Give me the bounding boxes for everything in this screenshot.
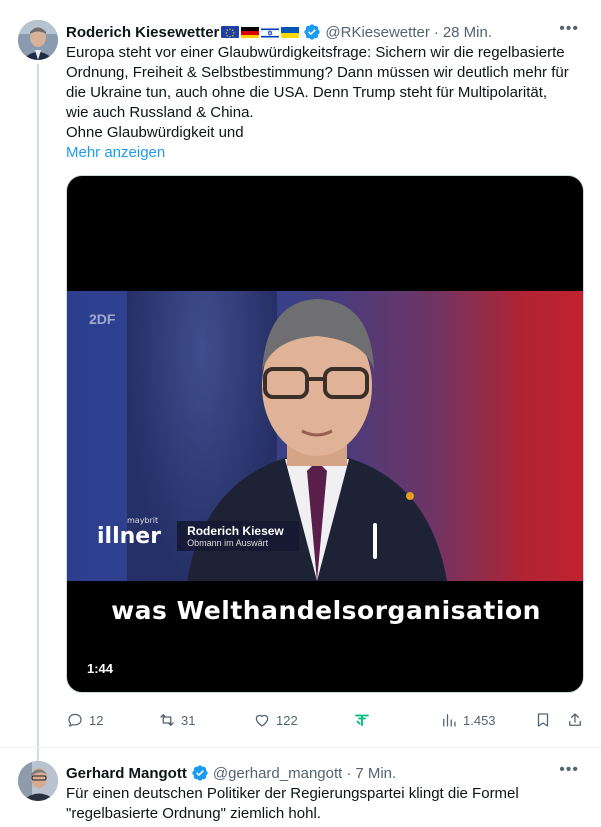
tweet-actions: 12 31 122 1.453 [66, 711, 586, 733]
tweet-text-line: die Ukraine tun, auch ohne die USA. Denn… [66, 84, 548, 101]
author-name[interactable]: Roderich Kiesewetter [66, 24, 219, 41]
bookmark-icon [537, 713, 549, 727]
views-chart-icon [443, 714, 456, 727]
tweet-header: Gerhard Mangott @gerhard_mangott · 7 Min… [66, 763, 396, 783]
show-more-link[interactable]: Mehr anzeigen [66, 143, 586, 163]
author-handle[interactable]: @gerhard_mangott [213, 765, 342, 782]
views-count: 1.453 [463, 712, 496, 728]
author-handle[interactable]: @RKiesewetter [325, 24, 429, 41]
tweet-text-line: wie auch Russland & China. [66, 104, 254, 121]
share-icon [569, 713, 581, 726]
repost-button[interactable]: 31 [158, 711, 195, 729]
tweet-gerhard-mangott[interactable]: Gerhard Mangott @gerhard_mangott · 7 Min… [0, 749, 601, 827]
verified-badge-icon [192, 765, 208, 781]
show-logo-text: illner [97, 523, 162, 549]
grok-icon [355, 714, 369, 727]
eu-flag-icon [221, 26, 240, 38]
lower-third-title: Obmann im Auswärt [187, 538, 269, 548]
video-player[interactable]: 2DF maybrit illner Roderich Kiesew Obman… [66, 175, 584, 693]
verified-badge-icon [304, 24, 321, 40]
germany-flag-icon [241, 26, 260, 38]
ukraine-flag-icon [281, 26, 300, 38]
like-button[interactable]: 122 [253, 711, 298, 729]
lower-third: maybrit illner Roderich Kiesew Obmann im… [97, 516, 300, 553]
show-logo-small: maybrit [127, 515, 159, 525]
reply-button[interactable]: 12 [66, 711, 103, 729]
like-count: 122 [276, 712, 298, 728]
tweet-text-line: Für einen deutschen Politiker der Regier… [66, 785, 519, 802]
separator-dot: · [433, 23, 439, 41]
views-button[interactable]: 1.453 [440, 711, 496, 729]
more-dots-icon[interactable]: ••• [559, 20, 579, 38]
video-caption: was Welthandelsorganisation [111, 596, 541, 625]
video-duration: 1:44 [87, 661, 114, 676]
flag-emojis [221, 26, 300, 38]
tweet-text: Für einen deutschen Politiker der Regier… [66, 784, 586, 824]
tweet-roderich-kiesewetter[interactable]: Roderich Kiesewetter @RKiesewetter · 28 … [0, 0, 601, 748]
separator-dot: · [346, 764, 352, 782]
tweet-timestamp[interactable]: 7 Min. [355, 765, 396, 782]
israel-flag-icon [261, 26, 280, 38]
share-button[interactable] [566, 711, 584, 729]
reply-icon [68, 713, 82, 727]
author-name[interactable]: Gerhard Mangott [66, 765, 187, 782]
heart-icon [255, 714, 269, 727]
microphone [373, 523, 377, 559]
lower-third-name: Roderich Kiesew [187, 524, 284, 538]
name-box: Roderich Kiesew Obmann im Auswärt [177, 521, 300, 551]
repost-count: 31 [181, 712, 196, 728]
tweet-timestamp[interactable]: 28 Min. [443, 24, 492, 41]
tweet-text-line: Ohne Glaubwürdigkeit und [66, 124, 244, 141]
avatar[interactable] [18, 20, 58, 60]
tweet-text-line: Ordnung, Freiheit & Selbstbestimmung? Da… [66, 64, 569, 81]
tweet-header: Roderich Kiesewetter @RKiesewetter · 28 … [66, 22, 492, 42]
channel-logo: 2DF [89, 311, 116, 327]
grok-button[interactable] [353, 711, 371, 729]
bookmark-button[interactable] [534, 711, 552, 729]
reply-count: 12 [89, 712, 104, 728]
show-logo: maybrit illner [97, 516, 162, 549]
tweet-text-line: "regelbasierte Ordnung" ziemlich hohl. [66, 805, 321, 822]
repost-icon [160, 714, 174, 726]
tweet-text: Europa steht vor einer Glaubwürdigkeitsf… [66, 43, 586, 163]
more-dots-icon[interactable]: ••• [559, 761, 579, 779]
avatar[interactable] [18, 761, 58, 801]
video-frame: 2DF maybrit illner Roderich Kiesew Obman… [67, 291, 583, 581]
tweet-text-line: Europa steht vor einer Glaubwürdigkeitsf… [66, 44, 565, 61]
